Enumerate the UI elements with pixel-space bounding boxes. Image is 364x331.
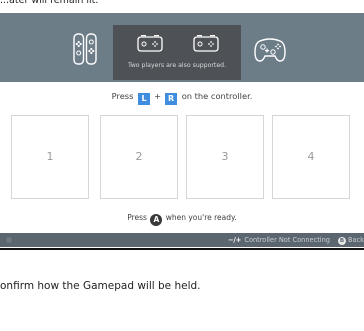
- ready-prefix: Press: [127, 213, 147, 222]
- player-slot-3[interactable]: 3: [186, 115, 264, 199]
- slot-number: 4: [307, 150, 315, 163]
- pro-controller-icon: [254, 37, 286, 63]
- instruction-prefix: Press: [111, 91, 134, 101]
- top-caption: ...ater will remain lit.: [0, 0, 99, 6]
- pairing-panel: Press L + R on the controller. 1 2 3 4 Pre…: [0, 82, 364, 233]
- divider-line: [0, 248, 364, 250]
- tooltip-text: Two players are also supported.: [127, 62, 227, 69]
- footer-dot-icon: [6, 237, 12, 243]
- bottom-caption: onfirm how the Gamepad will be held.: [0, 280, 201, 292]
- pairing-instruction: Press L + R on the controller.: [0, 91, 364, 105]
- footer-bar: −/+ Controller Not Connecting B Back: [0, 233, 364, 247]
- two-players-tooltip: Two players are also supported.: [113, 25, 241, 80]
- controller-header: Two players are also supported.: [0, 13, 364, 82]
- player-slot-4[interactable]: 4: [272, 115, 350, 199]
- b-button-icon: B: [337, 237, 346, 245]
- not-connecting-label: Controller Not Connecting: [244, 236, 330, 244]
- l-button-icon: L: [138, 93, 151, 105]
- player-slot-2[interactable]: 2: [100, 115, 178, 199]
- controller-not-connecting-button[interactable]: −/+ Controller Not Connecting: [228, 236, 330, 244]
- a-button-icon: A: [150, 214, 163, 226]
- instruction-suffix: on the controller.: [181, 91, 253, 101]
- minus-plus-keys: −/+: [227, 236, 242, 244]
- joycon-sideways-icon: [191, 35, 221, 53]
- r-button-icon: R: [165, 93, 178, 105]
- joycon-pair-vertical-icon: [73, 33, 97, 65]
- player-slot-1[interactable]: 1: [11, 115, 89, 199]
- plus-sign: +: [154, 91, 162, 101]
- back-label: Back: [347, 236, 364, 244]
- ready-instruction: Press A when you're ready.: [0, 213, 364, 226]
- ready-suffix: when you're ready.: [165, 213, 237, 222]
- back-button[interactable]: B Back: [330, 236, 364, 245]
- joycon-sideways-icon: [135, 35, 165, 53]
- controller-pairing-screen: Two players are also supported. Press L +…: [0, 13, 364, 247]
- footer-actions: −/+ Controller Not Connecting B Back: [228, 233, 364, 247]
- slot-number: 3: [221, 150, 229, 163]
- slot-number: 1: [46, 150, 54, 163]
- slot-number: 2: [135, 150, 143, 163]
